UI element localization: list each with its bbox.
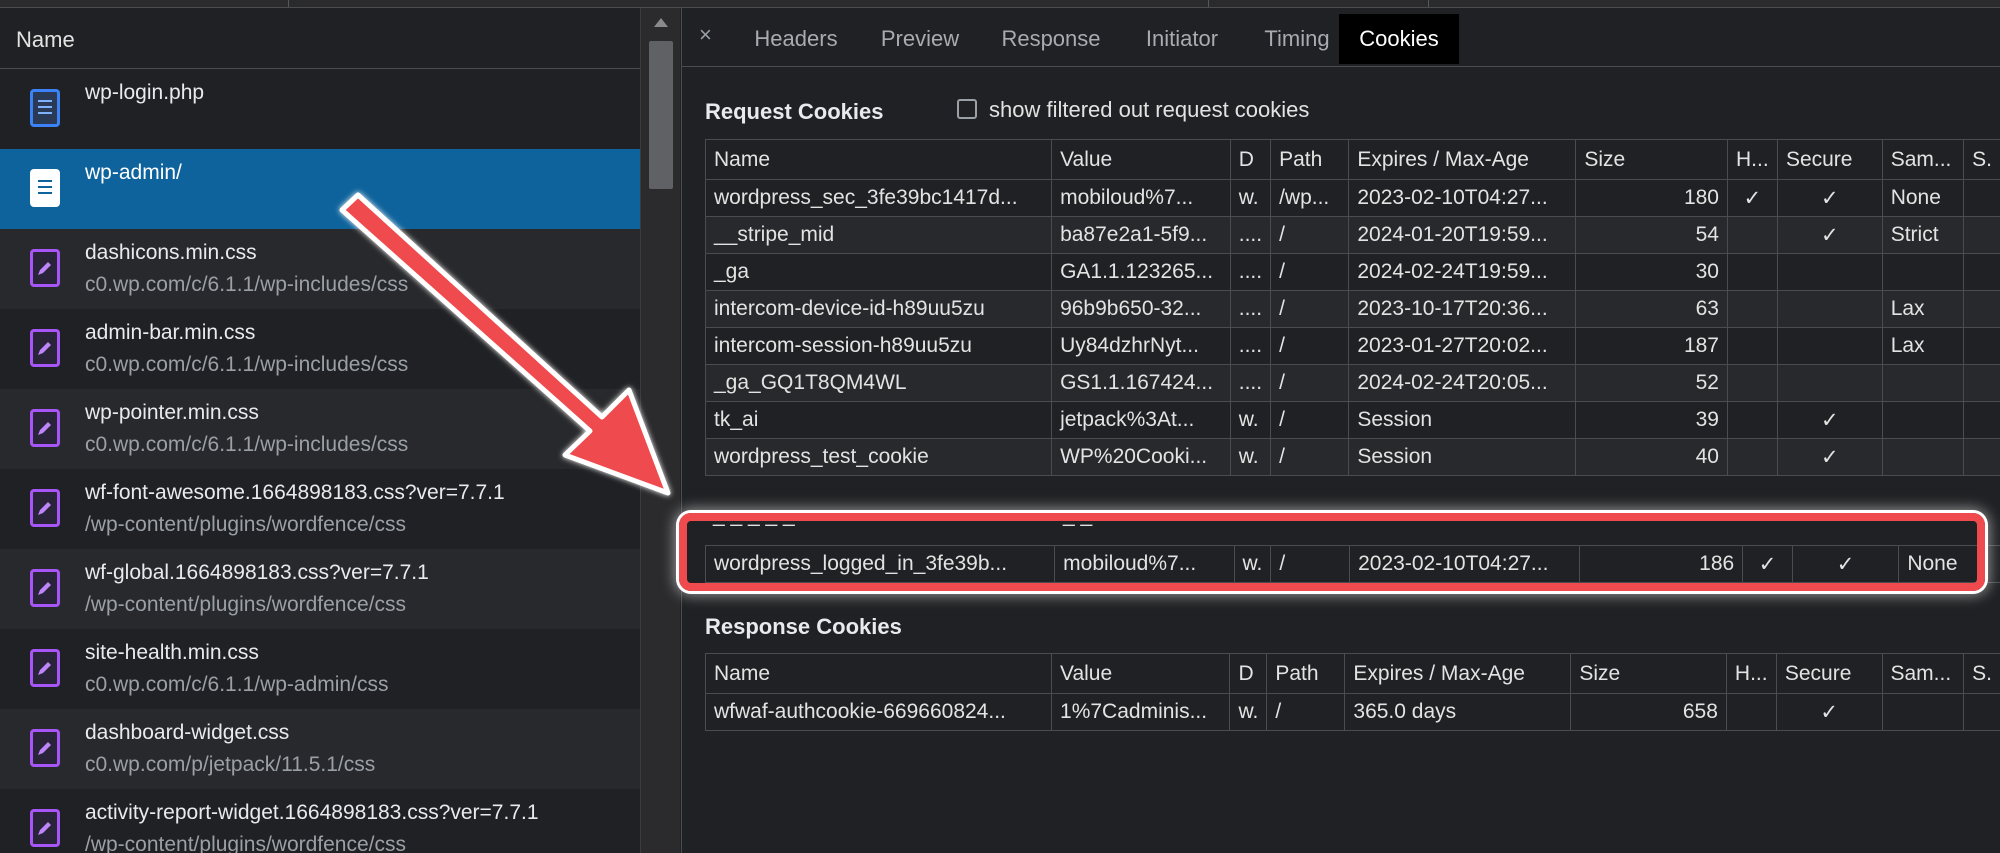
annotation-highlight-box (679, 513, 1985, 591)
annotation-arrow-icon (339, 192, 671, 496)
